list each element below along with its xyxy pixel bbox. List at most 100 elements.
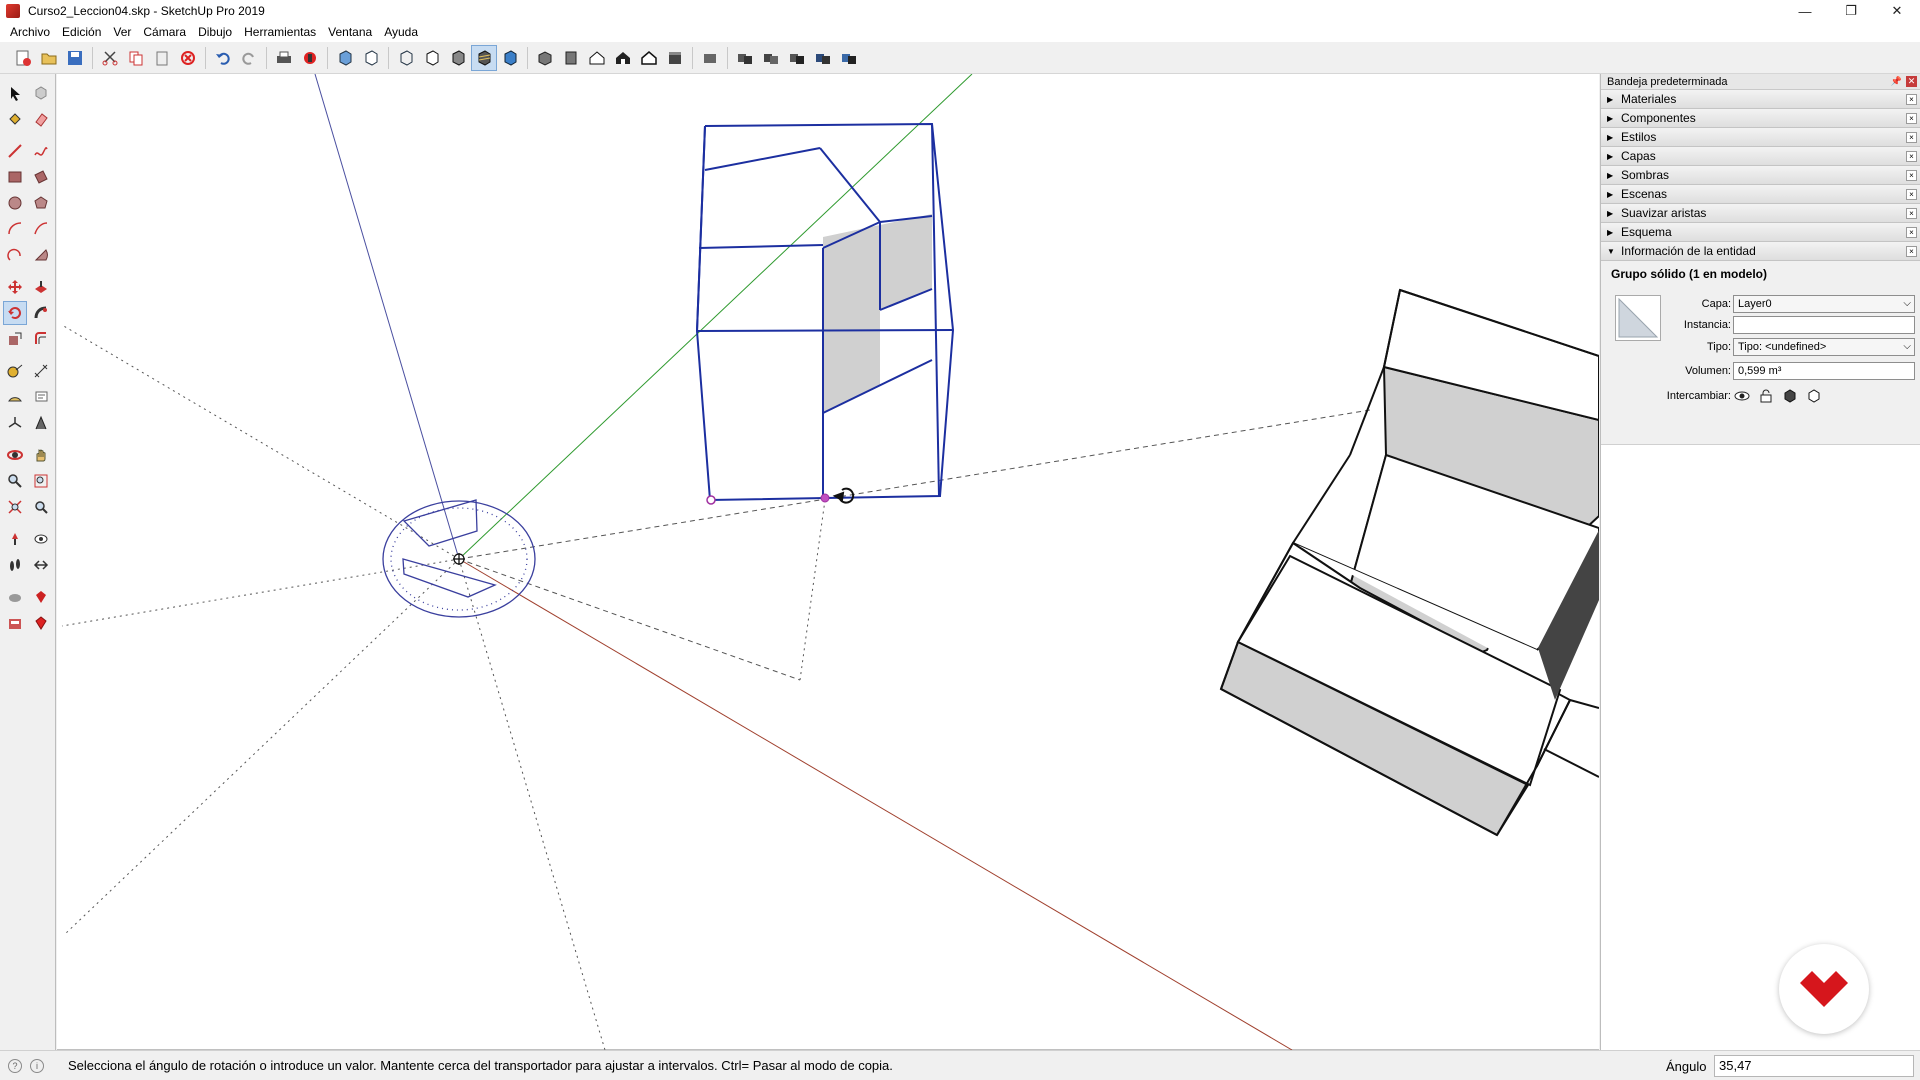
warehouse-icon[interactable] bbox=[697, 45, 723, 71]
model-info-icon[interactable] bbox=[297, 45, 323, 71]
panel-soften-edges[interactable]: ▶ Suavizar aristas × bbox=[1601, 204, 1920, 223]
menu-archivo[interactable]: Archivo bbox=[4, 22, 56, 42]
arc-icon[interactable] bbox=[3, 217, 27, 241]
eraser-icon[interactable] bbox=[29, 107, 53, 131]
panel-close-icon[interactable]: × bbox=[1906, 113, 1917, 124]
ruby-console-icon[interactable] bbox=[29, 611, 53, 635]
drawing-viewport[interactable] bbox=[57, 73, 1600, 1051]
pan-hand-icon[interactable] bbox=[29, 443, 53, 467]
text-icon[interactable] bbox=[29, 385, 53, 409]
orbit-icon[interactable] bbox=[3, 443, 27, 467]
xray-style-icon[interactable] bbox=[332, 45, 358, 71]
panel-close-icon[interactable]: × bbox=[1906, 132, 1917, 143]
follow-me-icon[interactable] bbox=[29, 301, 53, 325]
layer-select[interactable]: Layer0 ⌵ bbox=[1733, 295, 1915, 313]
rectangle-icon[interactable] bbox=[3, 165, 27, 189]
open-folder-icon[interactable] bbox=[36, 45, 62, 71]
section-plane-icon[interactable] bbox=[29, 553, 53, 577]
zoom-extents-icon[interactable] bbox=[3, 495, 27, 519]
solid-subtract-icon[interactable] bbox=[784, 45, 810, 71]
push-pull-icon[interactable] bbox=[29, 275, 53, 299]
lock-icon[interactable] bbox=[1757, 387, 1775, 405]
extension-warehouse-icon[interactable] bbox=[3, 611, 27, 635]
top-view-icon[interactable] bbox=[558, 45, 584, 71]
rotated-rectangle-icon[interactable] bbox=[29, 165, 53, 189]
hidden-line-style-icon[interactable] bbox=[419, 45, 445, 71]
solid-intersect-icon[interactable] bbox=[758, 45, 784, 71]
panel-entity-info[interactable]: ▼ Información de la entidad × bbox=[1601, 242, 1920, 261]
selected-solid-group[interactable] bbox=[695, 122, 955, 505]
erase-icon[interactable] bbox=[175, 45, 201, 71]
copy-icon[interactable] bbox=[123, 45, 149, 71]
panel-close-icon[interactable]: × bbox=[1906, 227, 1917, 238]
shaded-style-icon[interactable] bbox=[445, 45, 471, 71]
panel-scenes[interactable]: ▶ Escenas × bbox=[1601, 185, 1920, 204]
walk-icon[interactable] bbox=[3, 553, 27, 577]
dimension-icon[interactable] bbox=[29, 359, 53, 383]
print-icon[interactable] bbox=[271, 45, 297, 71]
minimize-button[interactable]: — bbox=[1782, 0, 1828, 22]
receive-shadows-icon[interactable] bbox=[1781, 387, 1799, 405]
make-component-icon[interactable] bbox=[29, 81, 53, 105]
panel-close-icon[interactable]: × bbox=[1906, 151, 1917, 162]
menu-edicion[interactable]: Edición bbox=[56, 22, 107, 42]
select-arrow-icon[interactable] bbox=[3, 81, 27, 105]
right-view-icon[interactable] bbox=[610, 45, 636, 71]
solid-union-icon[interactable] bbox=[732, 45, 758, 71]
protractor-icon[interactable] bbox=[3, 385, 27, 409]
line-pencil-icon[interactable] bbox=[3, 139, 27, 163]
solid-trim-icon[interactable] bbox=[810, 45, 836, 71]
panel-close-icon[interactable]: × bbox=[1906, 208, 1917, 219]
panel-outliner[interactable]: ▶ Esquema × bbox=[1601, 223, 1920, 242]
axes-icon[interactable] bbox=[3, 411, 27, 435]
panel-components[interactable]: ▶ Componentes × bbox=[1601, 109, 1920, 128]
back-edges-style-icon[interactable] bbox=[358, 45, 384, 71]
menu-ver[interactable]: Ver bbox=[107, 22, 137, 42]
solid-split-icon[interactable] bbox=[836, 45, 862, 71]
monochrome-style-icon[interactable] bbox=[497, 45, 523, 71]
panel-materials[interactable]: ▶ Materiales × bbox=[1601, 90, 1920, 109]
undo-icon[interactable] bbox=[210, 45, 236, 71]
scale-icon[interactable] bbox=[3, 327, 27, 351]
position-camera-icon[interactable] bbox=[3, 527, 27, 551]
material-swatch[interactable] bbox=[1615, 295, 1661, 341]
panel-close-icon[interactable]: × bbox=[1906, 94, 1917, 105]
pie-icon[interactable] bbox=[29, 243, 53, 267]
menu-ventana[interactable]: Ventana bbox=[322, 22, 378, 42]
menu-ayuda[interactable]: Ayuda bbox=[378, 22, 424, 42]
polygon-icon[interactable] bbox=[29, 191, 53, 215]
sandbox-icon[interactable] bbox=[3, 585, 27, 609]
shaded-textures-style-icon[interactable] bbox=[471, 44, 497, 71]
pin-icon[interactable]: 📌 bbox=[1891, 76, 1902, 87]
offset-icon[interactable] bbox=[29, 327, 53, 351]
panel-close-icon[interactable]: × bbox=[1906, 246, 1917, 257]
previous-view-icon[interactable] bbox=[29, 495, 53, 519]
zoom-window-icon[interactable] bbox=[29, 469, 53, 493]
instance-input[interactable] bbox=[1733, 316, 1915, 334]
visibility-eye-icon[interactable] bbox=[1733, 387, 1751, 405]
iso-view-icon[interactable] bbox=[532, 45, 558, 71]
panel-close-icon[interactable]: × bbox=[1906, 170, 1917, 181]
panel-close-icon[interactable]: × bbox=[1906, 189, 1917, 200]
redo-icon[interactable] bbox=[236, 45, 262, 71]
info-icon[interactable]: i bbox=[30, 1058, 44, 1073]
front-view-icon[interactable] bbox=[584, 45, 610, 71]
two-point-arc-icon[interactable] bbox=[29, 217, 53, 241]
measurements-input[interactable]: 35,47 bbox=[1714, 1055, 1914, 1077]
panel-shadows[interactable]: ▶ Sombras × bbox=[1601, 166, 1920, 185]
move-icon[interactable] bbox=[3, 275, 27, 299]
menu-camara[interactable]: Cámara bbox=[137, 22, 192, 42]
stairs-model[interactable] bbox=[1219, 288, 1600, 837]
look-around-icon[interactable] bbox=[29, 527, 53, 551]
circle-icon[interactable] bbox=[3, 191, 27, 215]
panel-styles[interactable]: ▶ Estilos × bbox=[1601, 128, 1920, 147]
tape-measure-icon[interactable] bbox=[3, 359, 27, 383]
back-view-icon[interactable] bbox=[636, 45, 662, 71]
zoom-icon[interactable] bbox=[3, 469, 27, 493]
tray-close-icon[interactable]: ✕ bbox=[1906, 76, 1917, 87]
freehand-icon[interactable] bbox=[29, 139, 53, 163]
rotate-icon[interactable] bbox=[2, 301, 27, 325]
menu-dibujo[interactable]: Dibujo bbox=[192, 22, 238, 42]
paste-icon[interactable] bbox=[149, 45, 175, 71]
save-icon[interactable] bbox=[62, 45, 88, 71]
